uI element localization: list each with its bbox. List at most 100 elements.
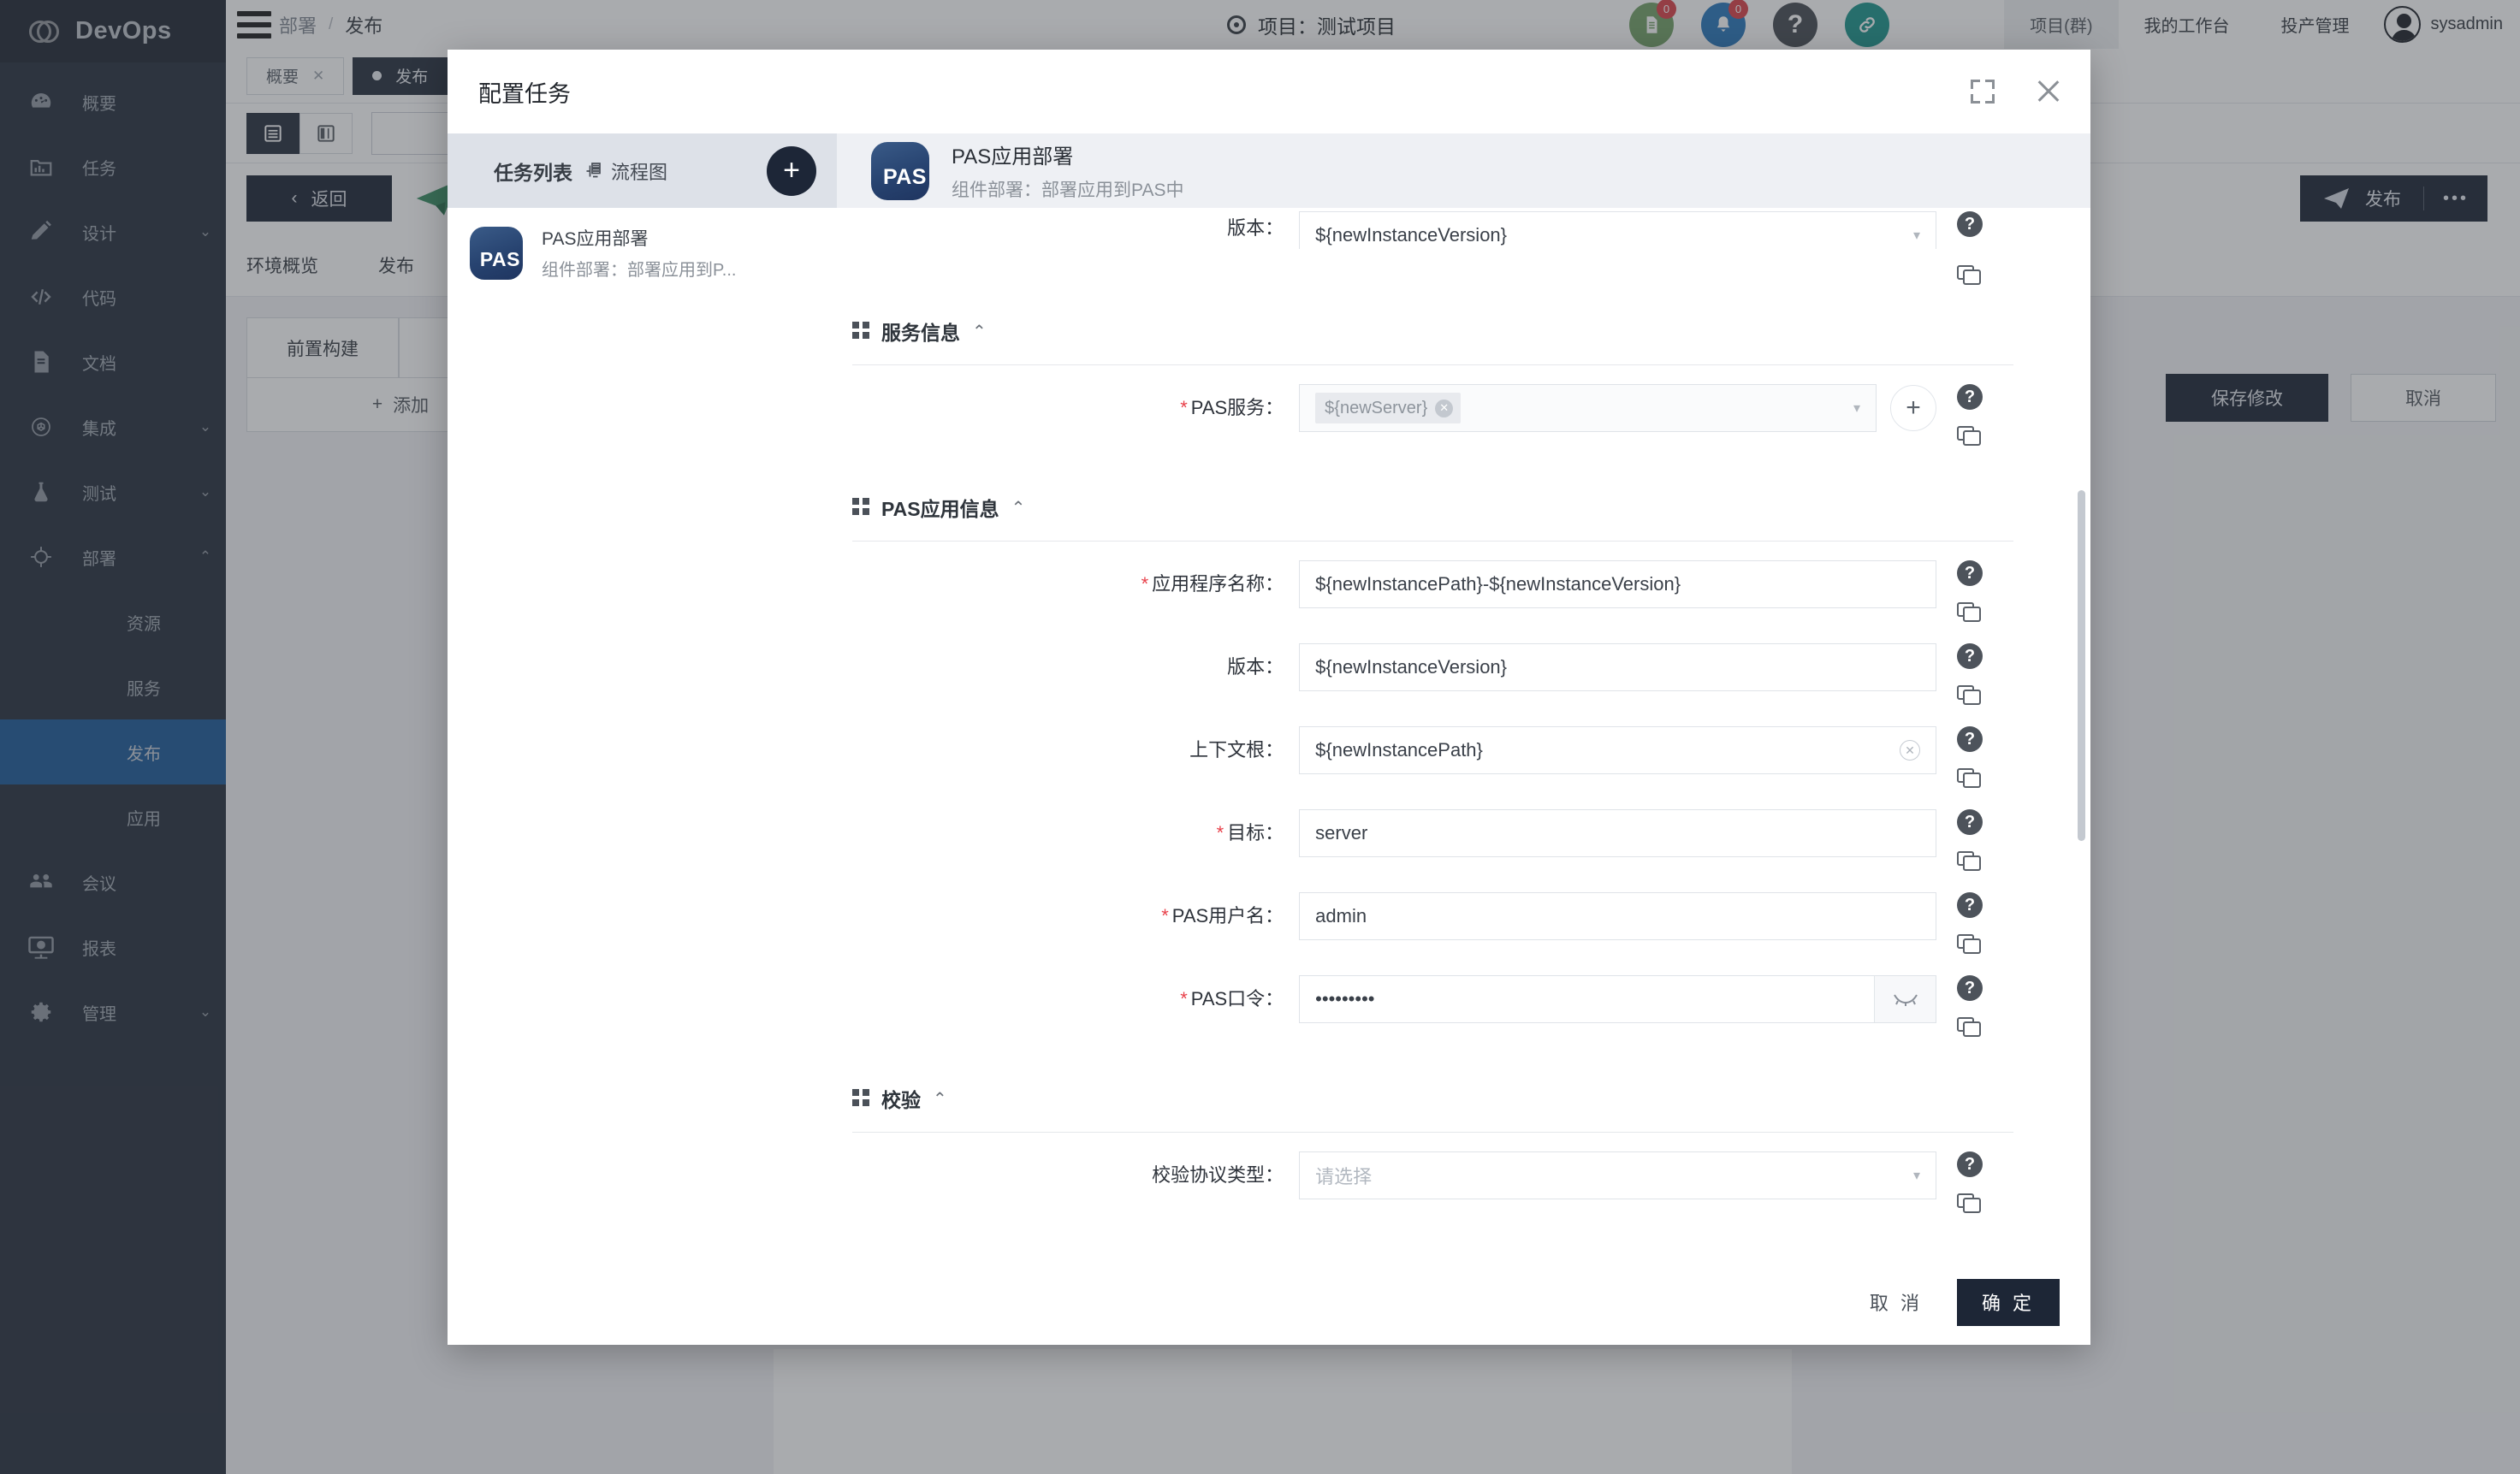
pas-username-input[interactable]: admin	[1299, 892, 1936, 940]
copy-icon[interactable]	[1957, 934, 1983, 956]
dialog-confirm-button[interactable]: 确 定	[1957, 1278, 2060, 1326]
context-root-input[interactable]: ${newInstancePath} ✕	[1299, 726, 1936, 774]
form-row-partial-version: 版本： ${newInstanceVersion} ▾ ?	[837, 208, 2039, 249]
dialog-body: 任务列表 流程图 + PAS PAS应用部署 组件部署：部署应用到P... PA…	[448, 133, 2090, 1259]
dialog-header: 配置任务	[448, 50, 2090, 133]
help-icon[interactable]: ?	[1957, 892, 1983, 918]
field-label: 目标：	[1227, 822, 1284, 844]
field-label: 校验协议类型：	[1152, 1164, 1284, 1186]
field-help-group: ?	[1936, 211, 2039, 237]
field-label: 版本：	[1227, 217, 1284, 239]
copy-icon[interactable]	[1957, 426, 1983, 448]
task-item-name: PAS应用部署	[542, 229, 649, 249]
version-select-partial[interactable]: ${newInstanceVersion} ▾	[1299, 211, 1936, 249]
help-icon[interactable]: ?	[1957, 560, 1983, 586]
clear-icon[interactable]: ✕	[1900, 740, 1920, 761]
dialog-title: 配置任务	[478, 80, 571, 107]
chevron-up-icon: ⌃	[1011, 498, 1026, 518]
chip-label: ${newServer}	[1325, 398, 1428, 417]
required-marker: *	[1180, 397, 1188, 418]
task-config-header: PAS PAS应用部署 组件部署：部署应用到PAS中	[837, 133, 2090, 208]
chevron-down-icon: ▾	[1912, 228, 1920, 243]
pas-service-select[interactable]: ${newServer} ✕ ▾	[1299, 384, 1877, 432]
close-icon[interactable]	[2036, 79, 2061, 104]
drag-handle-icon	[852, 322, 869, 340]
version-input[interactable]: ${newInstanceVersion}	[1299, 643, 1936, 691]
help-icon[interactable]: ?	[1957, 211, 1983, 237]
field-value: server	[1315, 822, 1368, 844]
add-service-button[interactable]: +	[1890, 385, 1936, 431]
required-marker: *	[1216, 822, 1224, 844]
help-icon[interactable]: ?	[1957, 1151, 1983, 1177]
form-row-context-root: 上下文根： ${newInstancePath} ✕ ?	[837, 707, 2039, 790]
help-icon[interactable]: ?	[1957, 975, 1983, 1001]
copy-icon[interactable]	[1957, 1017, 1983, 1039]
copy-icon[interactable]	[1957, 602, 1983, 625]
scrollbar-thumb[interactable]	[2078, 490, 2085, 841]
required-marker: *	[1161, 905, 1169, 926]
group-title: 服务信息	[881, 322, 960, 344]
help-icon[interactable]: ?	[1957, 726, 1983, 752]
dialog-footer: 取 消 确 定	[448, 1259, 2090, 1345]
form-row-partial-copy	[837, 249, 2039, 287]
chevron-up-icon: ⌃	[972, 322, 987, 341]
group-header-validation[interactable]: 校验 ⌃	[837, 1039, 2039, 1132]
form-row-app-name: * 应用程序名称： ${newInstancePath}-${newInstanc…	[837, 542, 2039, 625]
required-marker: *	[1180, 988, 1188, 1009]
toggle-password-visibility-icon[interactable]	[1874, 976, 1936, 1022]
task-item-desc: 组件部署：部署应用到P...	[542, 261, 737, 280]
chevron-down-icon: ▾	[1912, 1169, 1920, 1183]
form-scroll-area[interactable]: 版本： ${newInstanceVersion} ▾ ? 服务信息 ⌃ * P…	[837, 208, 2090, 1259]
chevron-up-icon: ⌃	[933, 1089, 947, 1109]
form-row-version: 版本： ${newInstanceVersion} ?	[837, 625, 2039, 707]
copy-icon[interactable]	[1957, 685, 1983, 707]
field-value: ${newInstancePath}	[1315, 739, 1483, 761]
chip-remove-icon[interactable]: ✕	[1435, 399, 1454, 417]
pas-password-input[interactable]: •••••••••	[1299, 975, 1936, 1023]
form-row-pas-service: * PAS服务： ${newServer} ✕ ▾ + ?	[837, 365, 2039, 448]
help-icon[interactable]: ?	[1957, 809, 1983, 835]
form-row-target: * 目标： server ?	[837, 790, 2039, 873]
add-task-icon[interactable]: +	[767, 145, 816, 196]
selected-chip: ${newServer} ✕	[1315, 393, 1462, 423]
copy-icon[interactable]	[1957, 265, 1983, 287]
field-label: 应用程序名称：	[1152, 573, 1284, 595]
required-marker: *	[1141, 573, 1149, 595]
copy-icon[interactable]	[1957, 1193, 1983, 1216]
help-icon[interactable]: ?	[1957, 643, 1983, 669]
flow-chart-toggle[interactable]: 流程图	[584, 157, 667, 185]
pas-badge-icon: PAS	[470, 226, 523, 280]
field-value: admin	[1315, 905, 1367, 926]
field-label: 上下文根：	[1189, 739, 1284, 761]
field-placeholder: 请选择	[1315, 1166, 1373, 1187]
drag-handle-icon	[852, 1089, 869, 1108]
field-label: PAS口令：	[1190, 988, 1284, 1009]
copy-icon[interactable]	[1957, 768, 1983, 790]
chevron-down-icon: ▾	[1853, 401, 1860, 416]
task-list-title: 任务列表	[494, 161, 572, 184]
group-header-service-info[interactable]: 服务信息 ⌃	[837, 287, 2039, 364]
field-label-wrap: * PAS服务：	[837, 384, 1299, 432]
field-value: ${newInstanceVersion}	[1315, 224, 1508, 246]
dialog-cancel-button[interactable]: 取 消	[1851, 1288, 1942, 1316]
drag-handle-icon	[852, 498, 869, 517]
form-row-validation-protocol: 校验协议类型： 请选择 ▾ ?	[837, 1133, 2039, 1216]
field-value: ${newInstanceVersion}	[1315, 656, 1508, 678]
expand-icon[interactable]	[1971, 80, 1995, 104]
task-desc: 组件部署：部署应用到PAS中	[952, 181, 1184, 200]
field-label: 版本：	[1227, 656, 1284, 678]
field-label: PAS服务：	[1190, 397, 1284, 418]
validation-protocol-select[interactable]: 请选择 ▾	[1299, 1151, 1936, 1199]
flow-chart-icon	[586, 162, 601, 177]
field-value: •••••••••	[1315, 988, 1375, 1009]
task-list-panel: 任务列表 流程图 + PAS PAS应用部署 组件部署：部署应用到P...	[448, 133, 837, 1259]
group-header-pas-app-info[interactable]: PAS应用信息 ⌃	[837, 448, 2039, 541]
copy-icon[interactable]	[1957, 851, 1983, 873]
app-name-input[interactable]: ${newInstancePath}-${newInstanceVersion}	[1299, 560, 1936, 608]
target-input[interactable]: server	[1299, 809, 1936, 857]
task-list-item[interactable]: PAS PAS应用部署 组件部署：部署应用到P...	[448, 208, 837, 298]
help-icon[interactable]: ?	[1957, 384, 1983, 410]
field-label: PAS用户名：	[1171, 905, 1284, 926]
field-value: ${newInstancePath}-${newInstanceVersion}	[1315, 573, 1681, 595]
task-config-panel: PAS PAS应用部署 组件部署：部署应用到PAS中 版本： ${newInst…	[837, 133, 2090, 1259]
